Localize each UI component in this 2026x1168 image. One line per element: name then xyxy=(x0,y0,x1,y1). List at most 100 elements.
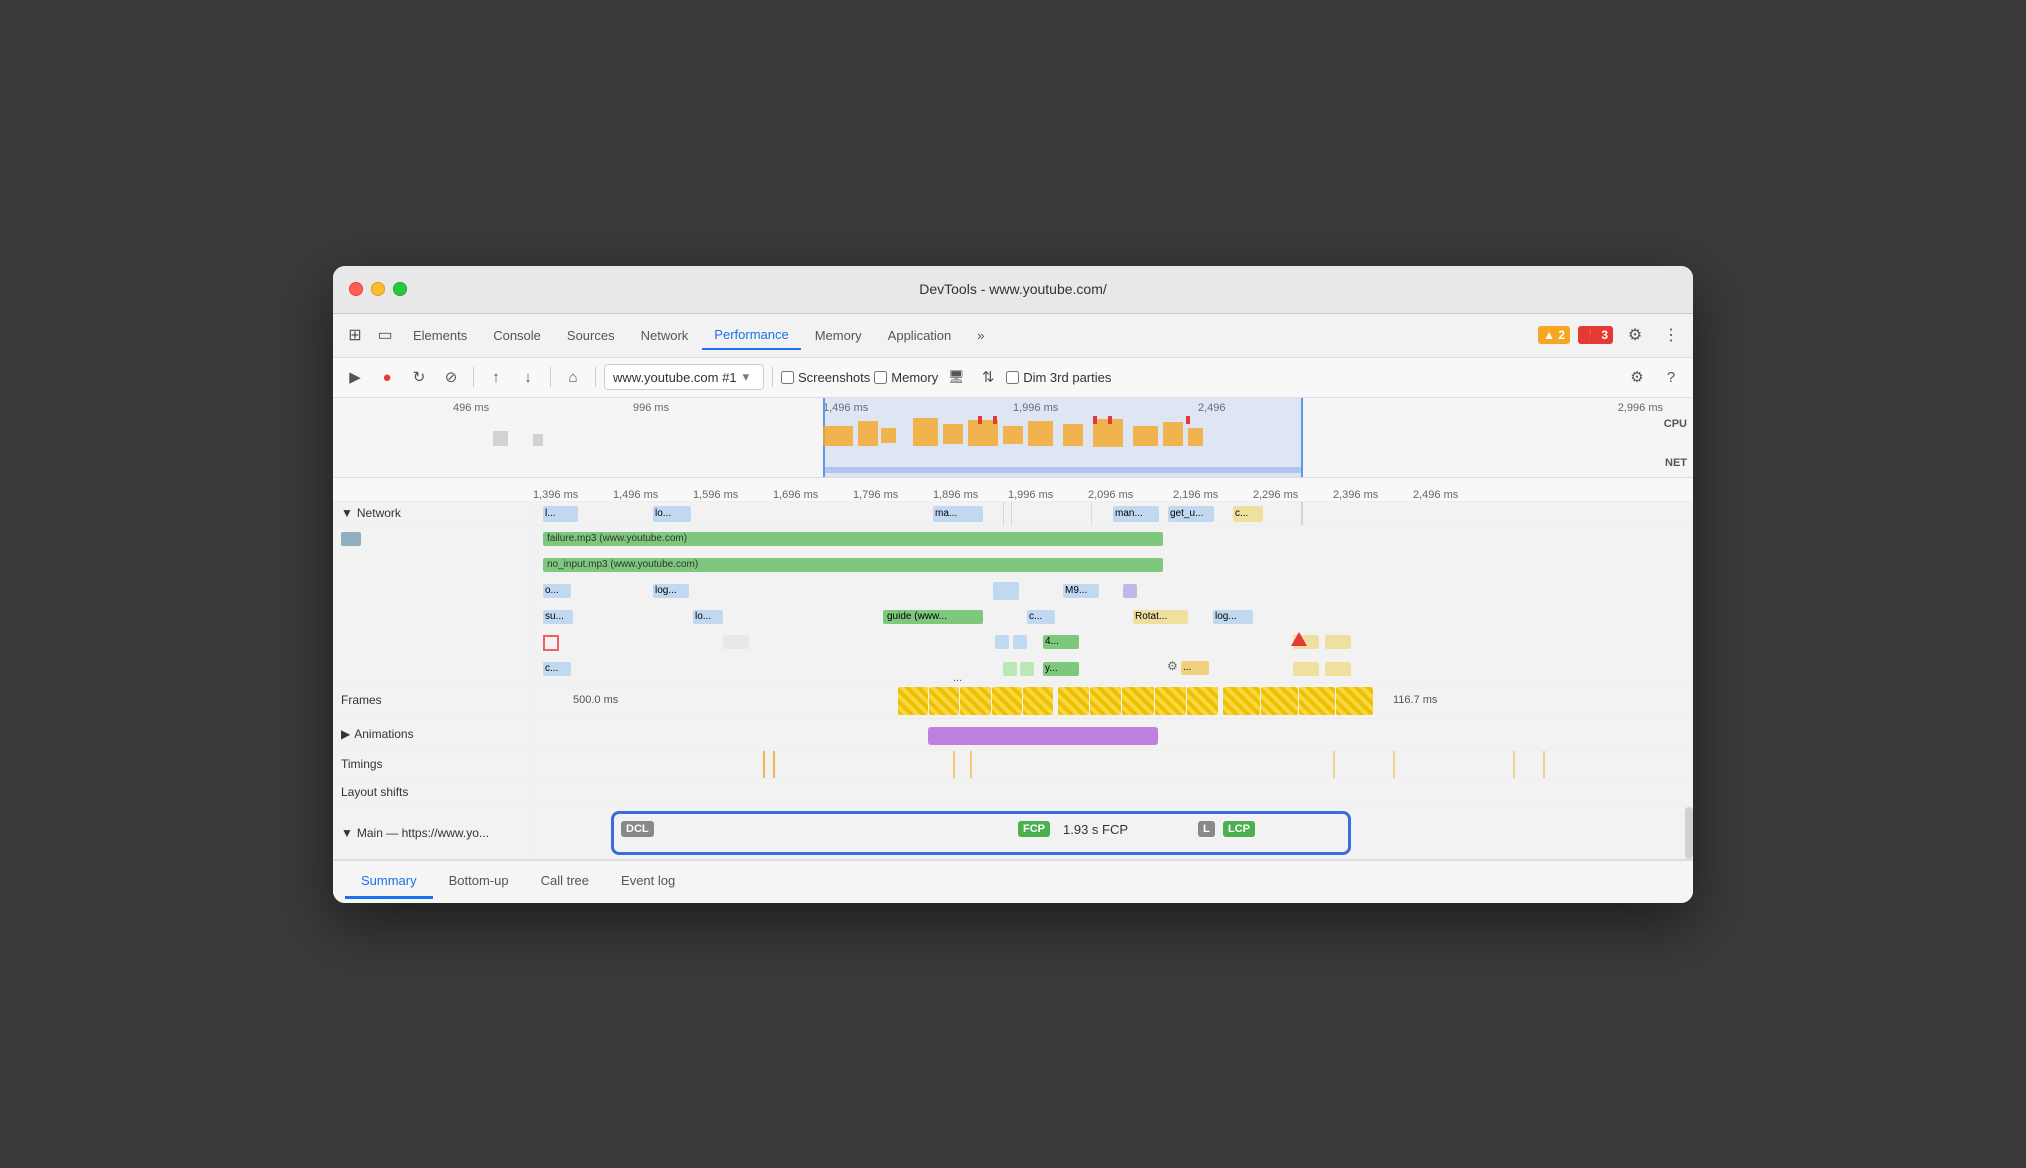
net-bar-overview xyxy=(823,467,1303,473)
bar-lo: lo... xyxy=(693,610,723,624)
tab-summary[interactable]: Summary xyxy=(345,865,433,899)
more-options-icon[interactable]: ⋮ xyxy=(1657,321,1685,349)
layout-shifts-label-text: Layout shifts xyxy=(341,785,408,799)
timeline-overview[interactable]: 496 ms 996 ms 1,496 ms 1,996 ms 2,496 2,… xyxy=(333,398,1693,478)
memory-checkbox[interactable] xyxy=(874,371,887,384)
devtools-window: DevTools - www.youtube.com/ ⊞ ▭ Elements… xyxy=(333,266,1693,903)
tab-event-log[interactable]: Event log xyxy=(605,865,691,899)
bar-m9: M9... xyxy=(1063,584,1099,598)
timings-label-text: Timings xyxy=(341,757,383,771)
bar-c2: c... xyxy=(1027,610,1055,624)
url-text: www.youtube.com #1 xyxy=(613,370,737,385)
screenshots-label: Screenshots xyxy=(798,370,870,385)
detail-ruler: 1,396 ms 1,496 ms 1,596 ms 1,696 ms 1,79… xyxy=(333,478,1693,502)
row3-content: o... log... M9... xyxy=(533,578,1693,604)
l-badge: L xyxy=(1198,821,1215,837)
divider-3 xyxy=(595,367,596,387)
net-bar-get-u: get_u... xyxy=(1168,506,1214,522)
bar-pink xyxy=(1123,584,1137,598)
url-selector[interactable]: www.youtube.com #1 ▾ xyxy=(604,364,764,390)
tab-network[interactable]: Network xyxy=(629,322,701,349)
maximize-button[interactable] xyxy=(393,282,407,296)
gear-icon[interactable]: ⚙ xyxy=(1623,363,1651,391)
row6: c... y... ... ⚙ ... xyxy=(333,656,1693,682)
cursor-icon[interactable]: ⊞ xyxy=(341,321,369,349)
network-row-content: l... lo... ma... man... get_u... c... xyxy=(533,502,1693,525)
no-input-row-label xyxy=(333,552,533,578)
timing-line-8 xyxy=(1543,751,1545,778)
record-button[interactable]: ● xyxy=(373,363,401,391)
frame-stripe-3 xyxy=(960,687,990,715)
close-button[interactable] xyxy=(349,282,363,296)
bottom-tabs: Summary Bottom-up Call tree Event log xyxy=(333,859,1693,903)
vline-3 xyxy=(1091,502,1092,525)
help-icon[interactable]: ? xyxy=(1657,363,1685,391)
tab-elements[interactable]: Elements xyxy=(401,322,479,349)
sidebar-toggle-button[interactable]: ▶ xyxy=(341,363,369,391)
timings-row: Timings xyxy=(333,751,1693,779)
timings-content xyxy=(533,751,1693,778)
network-collapse-icon[interactable]: ▼ xyxy=(341,506,353,520)
network-throttle-icon[interactable]: ⇅ xyxy=(974,363,1002,391)
toolbar: ▶ ● ↻ ⊘ ↑ ↓ ⌂ www.youtube.com #1 ▾ Scree… xyxy=(333,358,1693,398)
timing-line-2 xyxy=(773,751,775,778)
timings-label: Timings xyxy=(333,751,533,778)
main-label: ▼ Main — https://www.yo... xyxy=(333,807,533,859)
tick-496: 496 ms xyxy=(453,402,489,414)
layout-shifts-row: Layout shifts xyxy=(333,779,1693,807)
row4-label xyxy=(333,604,533,630)
dim-3rd-label: Dim 3rd parties xyxy=(1023,370,1111,385)
bar-y: y... xyxy=(1043,662,1079,676)
scrollbar-right[interactable] xyxy=(1685,807,1693,859)
row5-content: 4... xyxy=(533,630,1693,656)
cpu-chart xyxy=(333,416,1693,466)
home-button[interactable]: ⌂ xyxy=(559,363,587,391)
tick-1496b: 1,496 ms xyxy=(613,489,658,501)
tab-more[interactable]: » xyxy=(965,322,996,349)
tab-call-tree[interactable]: Call tree xyxy=(525,865,605,899)
animations-expand-icon[interactable]: ▶ xyxy=(341,727,350,741)
bar-yellow2 xyxy=(1325,635,1351,649)
memory-icon[interactable]: 🖥 xyxy=(942,363,970,391)
bar-su: su... xyxy=(543,610,573,624)
memory-check: Memory xyxy=(874,370,938,385)
tick-2096: 2,096 ms xyxy=(1088,489,1133,501)
main-expand-icon[interactable]: ▼ xyxy=(341,826,353,840)
frame-stripe-2 xyxy=(929,687,959,715)
tab-sources[interactable]: Sources xyxy=(555,322,627,349)
row5-label xyxy=(333,630,533,656)
download-button[interactable]: ↓ xyxy=(514,363,542,391)
bar-blue-sm2 xyxy=(1013,635,1027,649)
minimize-button[interactable] xyxy=(371,282,385,296)
row5: 4... xyxy=(333,630,1693,656)
tab-application[interactable]: Application xyxy=(876,322,964,349)
tab-memory[interactable]: Memory xyxy=(803,322,874,349)
bar-c3: c... xyxy=(543,662,571,676)
main-content: DCL FCP 1.93 s FCP L LCP xyxy=(533,807,1693,859)
fcp-badge: FCP xyxy=(1018,821,1050,837)
tab-bar: ⊞ ▭ Elements Console Sources Network Per… xyxy=(333,314,1693,358)
settings-icon[interactable]: ⚙ xyxy=(1621,321,1649,349)
timing-line-1 xyxy=(763,751,765,778)
red-triangle-icon xyxy=(1291,632,1307,646)
tab-bottom-up[interactable]: Bottom-up xyxy=(433,865,525,899)
network-label-text: Network xyxy=(357,506,401,520)
title-bar: DevTools - www.youtube.com/ xyxy=(333,266,1693,314)
screenshots-checkbox[interactable] xyxy=(781,371,794,384)
traffic-lights xyxy=(349,282,407,296)
vline-2 xyxy=(1011,502,1012,525)
reload-button[interactable]: ↻ xyxy=(405,363,433,391)
bar-blue-box xyxy=(993,582,1019,600)
clear-button[interactable]: ⊘ xyxy=(437,363,465,391)
bar-pink-box xyxy=(543,635,559,651)
device-icon[interactable]: ▭ xyxy=(371,321,399,349)
frames-yellow-3 xyxy=(1223,687,1373,715)
row6-label xyxy=(333,656,533,682)
upload-button[interactable]: ↑ xyxy=(482,363,510,391)
frames-row: Frames 500.0 ms xyxy=(333,683,1693,719)
tab-console[interactable]: Console xyxy=(481,322,553,349)
divider-1 xyxy=(473,367,474,387)
frame-stripe-11 xyxy=(1223,687,1260,715)
dim-3rd-checkbox[interactable] xyxy=(1006,371,1019,384)
tab-performance[interactable]: Performance xyxy=(702,321,800,350)
